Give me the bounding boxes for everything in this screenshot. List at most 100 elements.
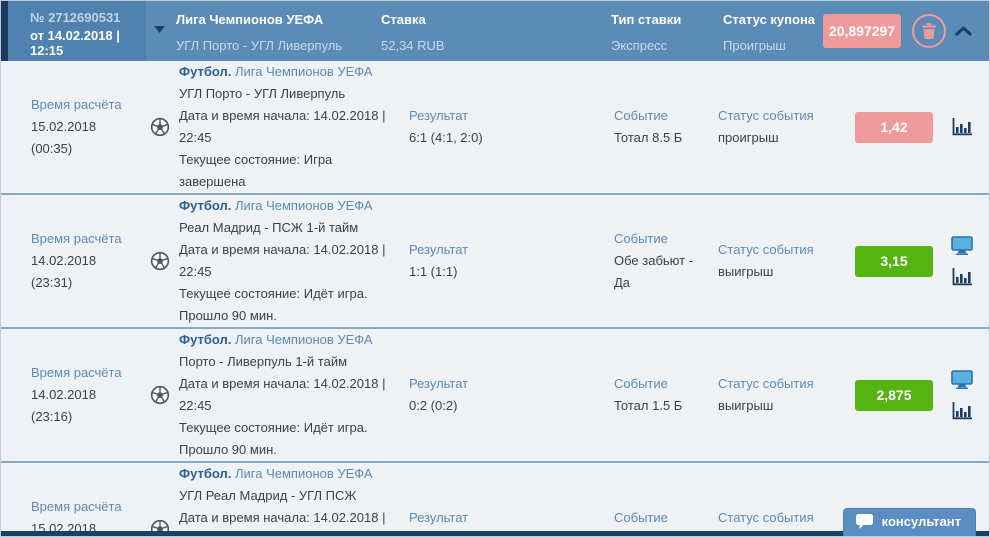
coupon-id-cell: № 2712690531 от 14.02.2018 | 12:15 (8, 1, 146, 61)
settle-clock: (23:31) (31, 275, 73, 290)
result-label: Результат (409, 242, 469, 257)
event-status-cell: Статус события проигрыш (710, 105, 855, 149)
coupon-status-cell: Статус купона Проигрыш (723, 10, 823, 53)
settle-time-cell: Время расчёта 15.02.2018 (00:35) (31, 94, 141, 160)
league-name[interactable]: Лига Чемпионов УЕФА (235, 198, 373, 213)
result-value: 1:1 (1:1) (409, 264, 458, 279)
coupon-league-label: Лига Чемпионов УЕФА (176, 11, 324, 27)
row-actions (933, 370, 987, 420)
event-status-value: выигрыш (718, 264, 774, 279)
result-value: 0:2 (0:2) (409, 398, 458, 413)
coupon-stake-label: Ставка (381, 11, 426, 27)
coupon-league-value: УГЛ Порто - УГЛ Ливерпуль (176, 37, 343, 53)
monitor-icon (951, 370, 973, 389)
bet-row: Время расчёта 15.02.2018 (00:18) Футбол.… (1, 461, 989, 536)
row-actions (933, 236, 987, 286)
soccer-ball-icon (150, 117, 170, 137)
bar-chart-icon (952, 268, 972, 286)
current-state-extra: Прошло 90 мин. (179, 442, 277, 457)
settle-time-label: Время расчёта (31, 499, 122, 514)
event-value: Тотал 8.5 Б (614, 130, 683, 145)
sport-name: Футбол. (179, 198, 232, 213)
settle-time-label: Время расчёта (31, 365, 122, 380)
odds-badge: 1,42 (855, 111, 933, 143)
league-name[interactable]: Лига Чемпионов УЕФА (235, 332, 373, 347)
coupon-status-label: Статус купона (723, 11, 816, 27)
event-cell: Событие Тотал 8.5 Б (606, 105, 710, 149)
monitor-icon (951, 236, 973, 255)
settle-clock: (00:35) (31, 141, 73, 156)
event-label: Событие (614, 510, 668, 525)
event-value: Обе забьют - Да (614, 253, 694, 290)
bet-history-page: № 2712690531 от 14.02.2018 | 12:15 Лига … (0, 0, 990, 537)
sport-name: Футбол. (179, 332, 232, 347)
settle-time-label: Время расчёта (31, 231, 122, 246)
chevron-up-icon (955, 26, 972, 36)
coupon-header[interactable]: № 2712690531 от 14.02.2018 | 12:15 Лига … (1, 1, 989, 61)
live-broadcast-button[interactable] (951, 370, 973, 389)
match-name: УГЛ Реал Мадрид - УГЛ ПСЖ (179, 488, 357, 503)
result-label: Результат (409, 108, 469, 123)
sport-name: Футбол. (179, 466, 232, 481)
league-name[interactable]: Лига Чемпионов УЕФА (235, 466, 373, 481)
settle-date: 14.02.2018 (31, 387, 97, 402)
event-status-cell: Статус события выигрыш (710, 373, 855, 417)
event-label: Событие (614, 108, 668, 123)
result-cell: Результат 0:2 (0:2) (401, 373, 606, 417)
coupon-time: 12:15 (30, 43, 64, 58)
start-datetime: Дата и время начала: 14.02.2018 | 22:45 (179, 376, 386, 413)
odds-badge: 3,15 (855, 245, 933, 277)
event-status-cell: Статус события выигрыш (710, 239, 855, 283)
bar-chart-icon (952, 402, 972, 420)
event-status-label: Статус события (718, 376, 814, 391)
live-broadcast-button[interactable] (951, 236, 973, 255)
settle-time-label: Время расчёта (31, 97, 122, 112)
odds-badge: 2,875 (855, 379, 933, 411)
collapse-coupon-button[interactable] (955, 26, 972, 36)
event-details-cell: Футбол. Лига Чемпионов УЕФА УГЛ Порто - … (179, 61, 401, 193)
league-name[interactable]: Лига Чемпионов УЕФА (235, 64, 373, 79)
soccer-ball-icon (150, 251, 170, 271)
coupon-type-value: Экспресс (611, 37, 668, 53)
chat-bubble-icon (855, 514, 873, 529)
coupon-type-label: Тип ставки (611, 11, 682, 27)
trash-icon (922, 23, 936, 39)
event-status-value: проигрыш (718, 130, 779, 145)
caret-down-icon[interactable] (146, 25, 172, 33)
settle-time-cell: Время расчёта 14.02.2018 (23:16) (31, 362, 141, 428)
result-value: 6:1 (4:1, 2:0) (409, 130, 483, 145)
bar-chart-icon (952, 118, 972, 136)
result-label: Результат (409, 510, 469, 525)
bet-row: Время расчёта 14.02.2018 (23:16) Футбол.… (1, 327, 989, 461)
coupon-date: от 14.02.2018 | (30, 28, 120, 43)
current-state-extra: Прошло 90 мин. (179, 308, 277, 323)
event-cell: Событие Обе забьют - Да (606, 228, 710, 294)
match-name: УГЛ Порто - УГЛ Ливерпуль (179, 86, 346, 101)
event-cell: Событие Тотал 1.5 Б (606, 373, 710, 417)
current-state: Текущее состояние: Игра завершена (179, 152, 333, 189)
delete-coupon-button[interactable] (912, 14, 946, 48)
sport-icon-cell (141, 385, 179, 405)
settle-clock: (23:16) (31, 409, 73, 424)
match-name: Реал Мадрид - ПСЖ 1-й тайм (179, 220, 359, 235)
bottom-accent-bar (1, 531, 989, 536)
consultant-chat-button[interactable]: консультант (842, 508, 976, 536)
event-status-label: Статус события (718, 242, 814, 257)
result-cell: Результат 6:1 (4:1, 2:0) (401, 105, 606, 149)
consultant-label: консультант (881, 514, 961, 529)
stats-button[interactable] (952, 402, 972, 420)
coupon-type-cell: Тип ставки Экспресс (611, 10, 723, 53)
bet-row: Время расчёта 15.02.2018 (00:35) Футбол.… (1, 61, 989, 193)
bet-row: Время расчёта 14.02.2018 (23:31) Футбол.… (1, 193, 989, 327)
stats-button[interactable] (952, 268, 972, 286)
settle-date: 14.02.2018 (31, 253, 97, 268)
row-actions (933, 118, 987, 136)
coupon-stake-cell: Ставка 52,34 RUB (381, 10, 611, 53)
stats-button[interactable] (952, 118, 972, 136)
coupon-coefficient-badge: 20,897297 (823, 14, 901, 48)
accent-stripe (1, 1, 8, 61)
coupon-league-cell: Лига Чемпионов УЕФА УГЛ Порто - УГЛ Ливе… (176, 10, 381, 53)
event-value: Тотал 1.5 Б (614, 398, 683, 413)
soccer-ball-icon (150, 385, 170, 405)
coupon-number: № 2712690531 (30, 10, 121, 25)
